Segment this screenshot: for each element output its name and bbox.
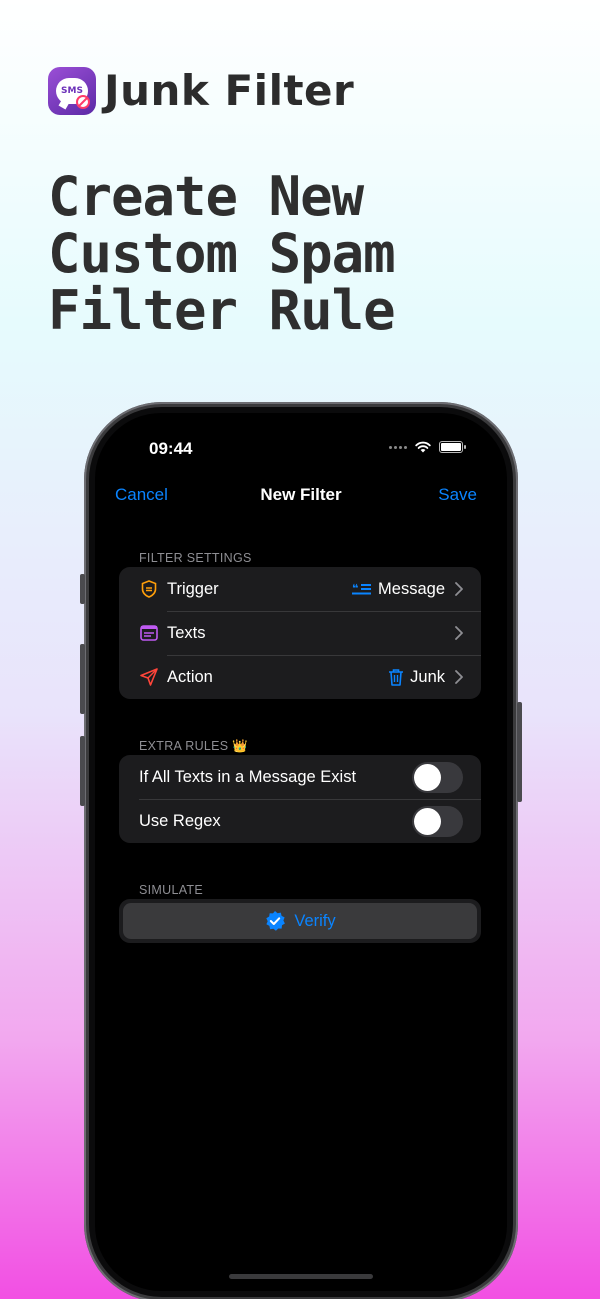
texts-label: Texts: [167, 623, 206, 642]
signal-dots-icon: [389, 445, 407, 449]
action-button: [80, 574, 85, 604]
section-header-filter-settings: FILTER SETTINGS: [139, 551, 252, 565]
headline-line: Create New: [48, 165, 364, 228]
wifi-icon: [415, 441, 431, 453]
brand: SMS Junk Filter: [48, 66, 354, 115]
volume-down-button: [80, 736, 85, 806]
use-regex-toggle[interactable]: [412, 805, 463, 837]
text-list-icon: [139, 623, 159, 643]
filter-settings-group: Trigger ❝ Message Texts Action Junk: [119, 567, 481, 699]
save-button[interactable]: Save: [438, 485, 477, 505]
simulate-group: Verify: [119, 899, 481, 943]
block-icon: [76, 94, 90, 109]
action-value-text: Junk: [410, 667, 445, 686]
status-time: 09:44: [149, 439, 193, 458]
phone-bezel: 09:44 Cancel New Filter Save FILTER SETT…: [89, 407, 513, 1297]
power-button: [517, 702, 522, 802]
use-regex-row: Use Regex: [119, 799, 481, 843]
action-row[interactable]: Action Junk: [119, 655, 481, 699]
trigger-row[interactable]: Trigger ❝ Message: [119, 567, 481, 611]
all-texts-exist-row: If All Texts in a Message Exist: [119, 755, 481, 799]
paperplane-icon: [139, 667, 159, 687]
all-texts-exist-toggle[interactable]: [412, 761, 463, 793]
trash-icon: [389, 669, 404, 686]
checkmark-seal-icon: [266, 911, 286, 931]
volume-up-button: [80, 644, 85, 714]
brand-name: Junk Filter: [104, 66, 355, 115]
section-header-extra-rules: EXTRA RULES 👑: [139, 739, 249, 753]
use-regex-label: Use Regex: [139, 811, 221, 830]
home-indicator: [229, 1274, 373, 1279]
action-value: Junk: [388, 668, 445, 687]
shield-exclamation-icon: [139, 579, 159, 599]
app-icon-text: SMS: [61, 85, 83, 96]
trigger-value-text: Message: [378, 579, 445, 598]
app-icon: SMS: [48, 66, 96, 115]
phone-screen: 09:44 Cancel New Filter Save FILTER SETT…: [95, 413, 507, 1291]
all-texts-exist-label: If All Texts in a Message Exist: [139, 767, 357, 786]
chevron-right-icon: [449, 582, 469, 596]
navigation-bar: Cancel New Filter Save: [95, 485, 507, 509]
verify-button[interactable]: Verify: [123, 903, 477, 939]
phone-frame: 09:44 Cancel New Filter Save FILTER SETT…: [80, 402, 522, 1299]
headline-line: Filter Rule: [48, 279, 396, 342]
extra-rules-group: If All Texts in a Message Exist Use Rege…: [119, 755, 481, 843]
trigger-label: Trigger: [167, 579, 219, 598]
action-label: Action: [167, 667, 213, 686]
texts-row[interactable]: Texts: [119, 611, 481, 655]
chevron-right-icon: [449, 626, 469, 640]
trigger-value: ❝ Message: [352, 580, 445, 599]
quote-lines-icon: ❝: [352, 582, 372, 595]
verify-label: Verify: [294, 911, 336, 930]
battery-icon: [439, 441, 466, 453]
section-header-simulate: SIMULATE: [139, 883, 203, 897]
status-icons: [389, 441, 466, 453]
headline-line: Custom Spam: [48, 222, 396, 285]
chevron-right-icon: [449, 670, 469, 684]
headline: Create New Custom Spam Filter Rule: [48, 168, 568, 339]
